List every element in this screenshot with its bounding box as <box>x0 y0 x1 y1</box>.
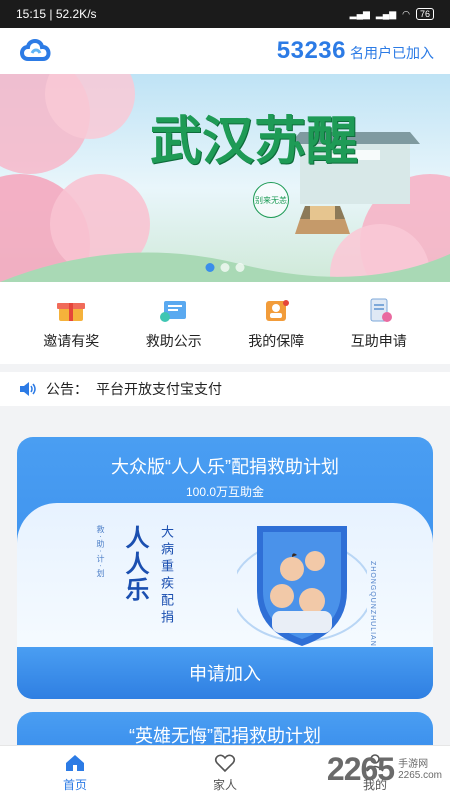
user-count: 53236 名用户已加入 <box>277 37 434 65</box>
carousel-indicators <box>205 263 245 272</box>
apply-join-button[interactable]: 申请加入 <box>17 647 433 699</box>
carousel-dot[interactable] <box>235 263 245 272</box>
tab-home-label: 首页 <box>62 778 87 792</box>
wifi-icon: ◠ <box>402 8 410 19</box>
signal-icon-2: ▂▄▆ <box>375 8 397 19</box>
plan-card-big-text: 人人乐 <box>121 525 148 603</box>
watermark-text-top: 手游网 <box>398 758 429 770</box>
family-shield-image <box>237 526 367 646</box>
plan-card-subtitle: 100.0万互助金 <box>185 485 265 499</box>
plan-card-english-text: ZHONGQUNZHULIAN <box>369 561 376 647</box>
tab-home[interactable]: 首页 <box>35 753 115 793</box>
site-watermark: 2265 手游网 2265.com <box>327 751 442 788</box>
nav-publicity-label: 救助公示 <box>145 333 202 349</box>
plan-card-small-text: 救·助·计·划 <box>96 525 105 579</box>
status-left: 15:15 | 52.2K/s <box>16 7 97 21</box>
plan-card-title: 大众版“人人乐”配捐救助计划 <box>111 457 339 477</box>
plan-card-vertical-text: 大病重疾配捐 <box>159 525 174 627</box>
nav-invite[interactable]: 邀请有奖 <box>31 295 111 351</box>
battery-icon: 76 <box>415 8 434 20</box>
quick-nav: 邀请有奖 救助公示 我的保障 互助申请 <box>0 282 450 364</box>
user-count-suffix: 名用户已加入 <box>350 45 434 61</box>
plan-card-renrenle[interactable]: 大众版“人人乐”配捐救助计划 100.0万互助金 救·助·计·划 人人乐 大病重… <box>17 437 433 699</box>
heart-icon <box>214 754 236 773</box>
banner-illustration <box>0 74 450 282</box>
nav-my-protection-label: 我的保障 <box>248 333 305 349</box>
nav-publicity[interactable]: 救助公示 <box>134 295 214 351</box>
notice-text: 平台开放支付宝支付 <box>96 381 222 397</box>
plan-card-body: 救·助·计·划 人人乐 大病重疾配捐 ZHONGQUNZHULIAN <box>17 503 433 659</box>
status-bar: 15:15 | 52.2K/s ▂▄▆ ▂▄▆ ◠ 76 <box>0 0 450 28</box>
banner-stamp: 别来无恙 <box>253 182 289 218</box>
nav-invite-label: 邀请有奖 <box>43 333 100 349</box>
notice-bar[interactable]: 公告： 平台开放支付宝支付 <box>0 372 450 406</box>
home-icon <box>66 755 84 771</box>
application-icon <box>370 298 392 322</box>
shield-person-icon <box>266 300 290 321</box>
notice-label: 公告： <box>46 381 88 397</box>
watermark-text-bottom: 2265.com <box>398 769 442 781</box>
signal-icon: ▂▄▆ <box>349 8 370 19</box>
watermark-text: 手游网 2265.com <box>398 759 442 781</box>
user-count-number: 53236 <box>276 37 346 64</box>
status-network-speed: 52.2K/s <box>55 7 97 21</box>
tab-family[interactable]: 家人 <box>185 753 265 793</box>
banner-title: 武汉苏醒 <box>150 111 359 172</box>
nav-my-protection[interactable]: 我的保障 <box>236 295 316 351</box>
cloud-logo-icon <box>20 39 51 61</box>
nav-mutual-aid-apply[interactable]: 互助申请 <box>339 295 419 351</box>
banner-carousel[interactable]: 武汉苏醒 别来无恙 <box>0 74 450 282</box>
announcement-icon <box>159 301 186 322</box>
header: 53236 名用户已加入 <box>0 28 450 74</box>
speaker-icon <box>20 382 36 396</box>
nav-mutual-aid-apply-label: 互助申请 <box>350 333 407 349</box>
carousel-dot[interactable] <box>220 263 230 272</box>
gift-icon <box>57 303 86 321</box>
carousel-dot[interactable] <box>205 263 215 272</box>
status-time: 15:15 <box>16 7 47 21</box>
tab-family-label: 家人 <box>212 778 237 792</box>
status-right: ▂▄▆ ▂▄▆ ◠ 76 <box>350 8 434 20</box>
watermark-number: 2265 <box>326 751 395 787</box>
